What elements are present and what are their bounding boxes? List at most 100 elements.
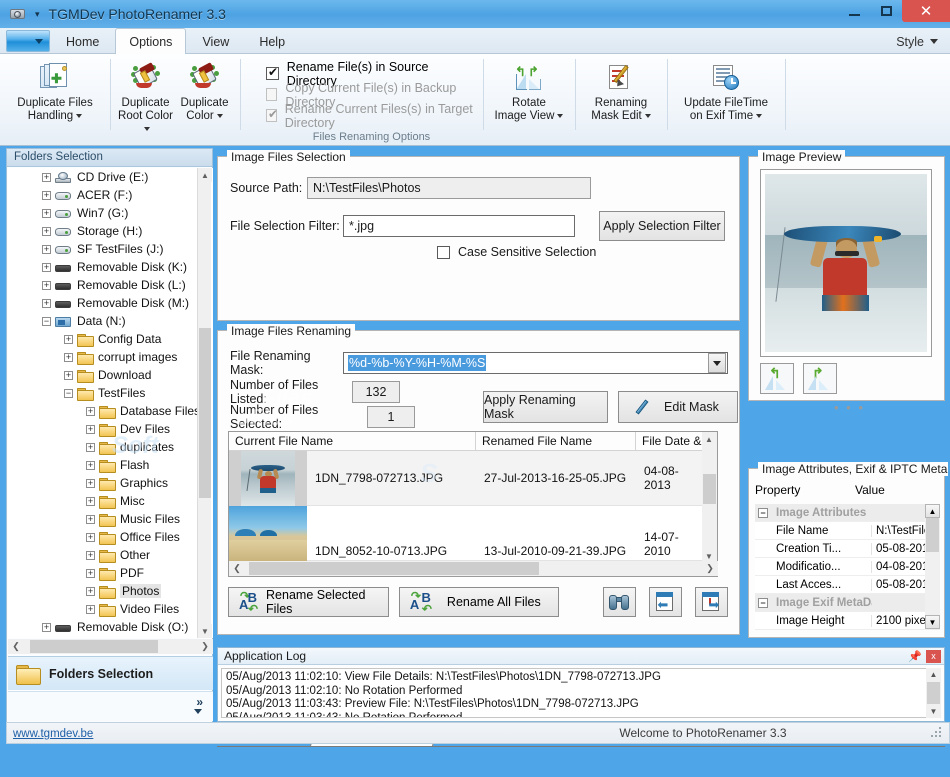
expand-icon[interactable]: +	[86, 604, 95, 614]
tree-item[interactable]: + Removable Disk (M:)	[8, 294, 213, 312]
collapse-icon[interactable]: −	[64, 388, 73, 398]
expand-icon[interactable]: +	[42, 244, 51, 254]
expand-icon[interactable]: +	[86, 532, 95, 542]
attributes-row[interactable]: Image Height 2100 pixels	[755, 612, 940, 630]
apply-renaming-mask-button[interactable]: Apply Renaming Mask	[483, 391, 608, 423]
find-files-button[interactable]	[602, 587, 636, 617]
tree-item[interactable]: + Video Files	[8, 600, 213, 618]
expand-icon[interactable]: +	[64, 352, 73, 362]
expand-icon[interactable]: +	[86, 424, 95, 434]
nav-overflow-area[interactable]: »	[8, 691, 213, 721]
tree-item[interactable]: + Removable Disk (L:)	[8, 276, 213, 294]
tree-item[interactable]: +Downloaded (Q:)	[8, 636, 213, 638]
attributes-row[interactable]: File Name N:\TestFile...	[755, 522, 940, 540]
close-icon[interactable]: x	[926, 649, 941, 663]
tree-item[interactable]: + Music Files	[8, 510, 213, 528]
undo-rename-button[interactable]: ⬅	[648, 587, 682, 617]
expand-icon[interactable]: +	[42, 208, 51, 218]
expand-icon[interactable]: +	[86, 442, 95, 452]
scroll-left-icon[interactable]: ❮	[229, 563, 245, 574]
table-row[interactable]: 1DN_7798-072713.JPG 27-Jul-2013-16-25-05…	[229, 451, 717, 506]
scroll-left-icon[interactable]: ❮	[8, 641, 24, 652]
expand-icon[interactable]: +	[86, 550, 95, 560]
expand-icon[interactable]: +	[86, 514, 95, 524]
file-filter-input[interactable]: *.jpg	[343, 215, 575, 237]
rename-selected-files-button[interactable]: ↷ A B ↶ Rename Selected Files	[228, 587, 389, 617]
tree-item[interactable]: + PDF	[8, 564, 213, 582]
file-list-table[interactable]: Current File Name Renamed File Name File…	[228, 431, 718, 577]
chevron-down-icon[interactable]	[708, 353, 726, 373]
tree-item[interactable]: + duplicates	[8, 438, 213, 456]
tree-item[interactable]: + Win7 (G:)	[8, 204, 213, 222]
tab-home[interactable]: Home	[52, 30, 113, 53]
tree-item[interactable]: + Office Files	[8, 528, 213, 546]
expand-icon[interactable]: +	[86, 460, 95, 470]
renaming-mask-combobox[interactable]: %d-%b-%Y-%H-%M-%S	[343, 352, 728, 374]
tree-item[interactable]: − Data (N:)	[8, 312, 213, 330]
tree-item[interactable]: + Photos	[8, 582, 213, 600]
tree-item[interactable]: + Other	[8, 546, 213, 564]
renaming-mask-edit-button[interactable]: Renaming Mask Edit	[581, 57, 661, 123]
expand-icon[interactable]: +	[42, 226, 51, 236]
folder-tree-vertical-scrollbar[interactable]: ▲ ▼	[197, 168, 212, 638]
scroll-down-icon[interactable]: ▼	[198, 624, 212, 638]
resize-grip-icon[interactable]	[929, 727, 945, 739]
tree-item[interactable]: + Removable Disk (K:)	[8, 258, 213, 276]
attributes-group-row[interactable]: −Image Exif MetaData	[755, 594, 940, 612]
scroll-up-icon[interactable]: ▲	[926, 668, 941, 681]
expand-icon[interactable]: +	[42, 298, 51, 308]
tab-view[interactable]: View	[188, 30, 243, 53]
scrollbar-thumb[interactable]	[30, 640, 158, 653]
scroll-down-icon[interactable]: ▼	[925, 615, 940, 629]
tree-item[interactable]: + Dev Files	[8, 420, 213, 438]
attributes-row[interactable]: Last Acces... 05-08-201...	[755, 576, 940, 594]
tree-item[interactable]: + Flash	[8, 456, 213, 474]
checkbox-icon[interactable]	[437, 245, 450, 259]
tree-item[interactable]: + Config Data	[8, 330, 213, 348]
expand-icon[interactable]: +	[42, 622, 51, 632]
attributes-row[interactable]: Modificatio... 04-08-201...	[755, 558, 940, 576]
chevron-double-right-icon[interactable]: »	[196, 695, 203, 709]
duplicate-files-handling-button[interactable]: ✚ Duplicate Files Handling	[6, 57, 104, 123]
tree-item[interactable]: + Storage (H:)	[8, 222, 213, 240]
scrollbar-thumb[interactable]	[703, 474, 716, 504]
attributes-group-row[interactable]: − Image Attributes	[755, 504, 940, 522]
table-row[interactable]: 1DN_8052-10-0713.JPG 13-Jul-2010-09-21-3…	[229, 506, 717, 561]
minimize-button[interactable]	[838, 0, 870, 22]
tab-help[interactable]: Help	[245, 30, 299, 53]
update-filetime-button[interactable]: Update FileTime on Exif Time	[673, 57, 779, 123]
collapse-icon[interactable]: −	[42, 316, 51, 326]
duplicate-root-color-button[interactable]: Duplicate Root Color	[116, 57, 175, 136]
chevron-down-icon[interactable]	[194, 709, 202, 714]
scroll-down-icon[interactable]: ▼	[926, 705, 941, 718]
redo-rename-button[interactable]: ➡	[694, 587, 729, 617]
style-menu[interactable]: Style	[896, 30, 938, 53]
scrollbar-thumb[interactable]	[926, 518, 939, 552]
rotate-right-button[interactable]: ↱	[803, 363, 837, 394]
tree-item[interactable]: + SF TestFiles (J:)	[8, 240, 213, 258]
scroll-up-icon[interactable]: ▲	[198, 168, 212, 182]
panel-resize-grip[interactable]: • • •	[834, 400, 865, 415]
tree-item[interactable]: + corrupt images	[8, 348, 213, 366]
case-sensitive-row[interactable]: Case Sensitive Selection	[437, 245, 596, 259]
file-list-vertical-scrollbar[interactable]: ▲ ▼	[702, 432, 717, 563]
renaming-mask-value[interactable]: %d-%b-%Y-%H-%M-%S	[348, 355, 487, 371]
rotate-image-view-button[interactable]: ↰ ↱ Rotate Image View	[489, 57, 569, 123]
attributes-vertical-scrollbar[interactable]: ▲ ▼	[925, 504, 940, 629]
scroll-up-icon[interactable]: ▲	[925, 504, 940, 518]
folder-tree-horizontal-scrollbar[interactable]: ❮ ❯	[8, 639, 213, 654]
tree-item[interactable]: + Download	[8, 366, 213, 384]
tree-item[interactable]: + Database Files	[8, 402, 213, 420]
rotate-left-button[interactable]: ↰	[760, 363, 794, 394]
file-list-horizontal-scrollbar[interactable]: ❮ ❯	[229, 561, 718, 576]
tree-item[interactable]: − TestFiles	[8, 384, 213, 402]
column-renamed-file-name[interactable]: Renamed File Name	[476, 432, 636, 450]
scrollbar-thumb[interactable]	[249, 562, 539, 575]
image-preview[interactable]	[760, 169, 932, 357]
column-file-date[interactable]: File Date &	[636, 432, 703, 450]
website-link[interactable]: www.tgmdev.be	[13, 728, 93, 740]
source-path-field[interactable]: N:\TestFiles\Photos	[307, 177, 591, 199]
expand-icon[interactable]: +	[64, 370, 73, 380]
tree-item[interactable]: + CD Drive (E:)	[8, 168, 213, 186]
scroll-right-icon[interactable]: ❯	[197, 641, 213, 652]
